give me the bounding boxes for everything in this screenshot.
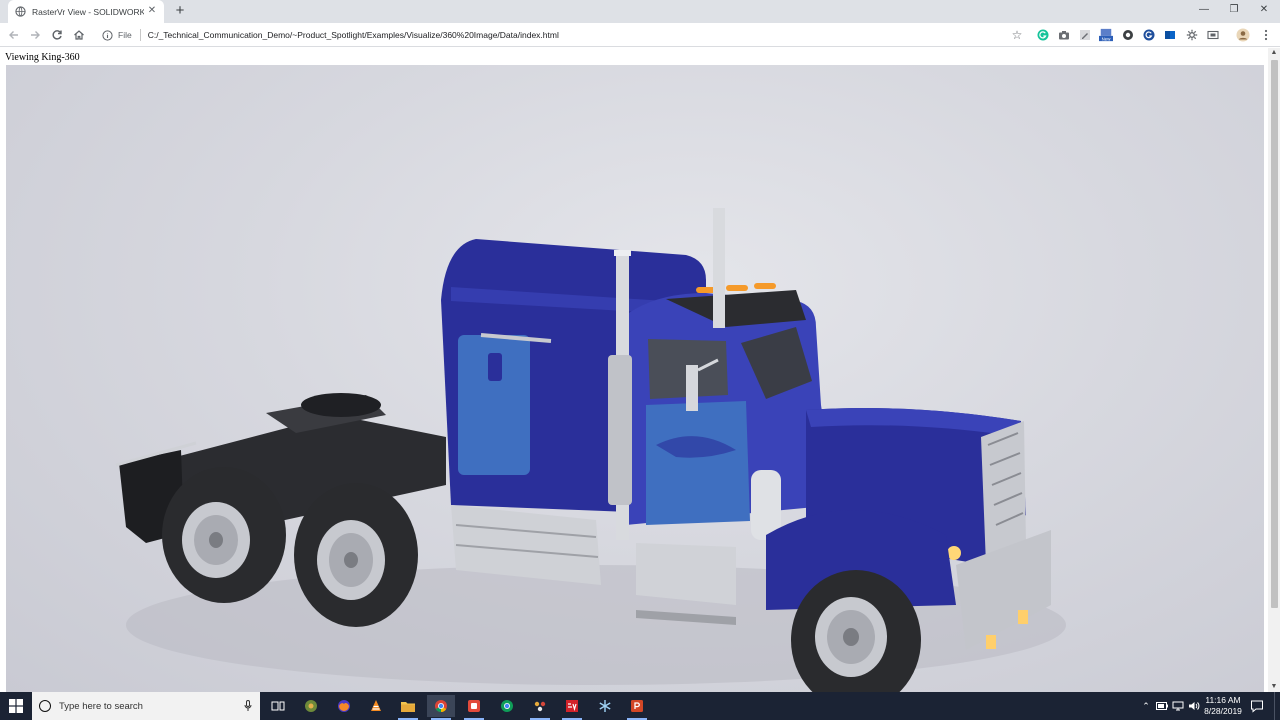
battery-icon[interactable] <box>1155 699 1169 713</box>
vlc-icon[interactable] <box>362 695 390 717</box>
snowflake-icon[interactable] <box>591 695 619 717</box>
svg-text:New: New <box>1102 36 1112 41</box>
new-badge-icon[interactable]: New <box>1099 28 1113 42</box>
clock-date: 8/28/2019 <box>1204 706 1242 716</box>
tray-chevron-icon[interactable]: ⌃ <box>1139 699 1153 713</box>
taskbar-search-box[interactable]: Type here to search <box>32 692 260 720</box>
forward-button[interactable] <box>27 27 43 43</box>
page-content: Viewing King-360 <box>0 48 1268 692</box>
truck-render-image <box>115 208 1066 692</box>
scroll-up-arrow-icon[interactable]: ▲ <box>1268 48 1280 58</box>
tab-title: RasterVr View - SOLIDWORKS Vis <box>32 6 144 17</box>
circle-icon[interactable] <box>1121 28 1135 42</box>
tab-close-icon[interactable]: ✕ <box>146 5 158 17</box>
clock-time: 11:16 AM <box>1205 695 1241 705</box>
app-icon-1[interactable] <box>297 695 325 717</box>
microphone-icon <box>244 700 252 711</box>
chrome-2-icon[interactable] <box>493 695 521 717</box>
search-placeholder: Type here to search <box>59 700 143 712</box>
new-tab-button[interactable]: + <box>172 3 188 19</box>
settings-icon[interactable] <box>1185 28 1199 42</box>
outlook-icon[interactable] <box>1163 28 1177 42</box>
cast-icon[interactable] <box>1206 28 1220 42</box>
globe-icon <box>14 6 26 18</box>
camera-icon[interactable] <box>1057 28 1071 42</box>
show-desktop-button[interactable] <box>1274 692 1280 720</box>
menu-icon[interactable] <box>1259 28 1273 42</box>
network-icon[interactable] <box>1171 699 1185 713</box>
back-arrow-icon <box>9 31 18 39</box>
cortana-icon <box>39 700 51 712</box>
bookmark-star-icon[interactable]: ☆ <box>1010 28 1024 42</box>
powerpoint-icon[interactable] <box>623 695 651 720</box>
edit-icon[interactable] <box>1078 28 1092 42</box>
tab-strip: RasterVr View - SOLIDWORKS Vis ✕ + — ❐ ✕ <box>0 0 1280 23</box>
scroll-down-arrow-icon[interactable]: ▼ <box>1268 682 1280 692</box>
address-scheme: File <box>118 30 132 40</box>
forward-arrow-icon <box>31 31 40 39</box>
home-icon <box>74 30 84 40</box>
reload-button[interactable] <box>49 27 65 43</box>
g-icon[interactable] <box>1142 28 1156 42</box>
address-divider <box>139 29 141 41</box>
browser-toolbar: File C:/_Technical_Communication_Demo/~P… <box>0 23 1280 47</box>
profile-avatar[interactable] <box>1236 28 1250 42</box>
windows-logo-icon <box>9 699 23 713</box>
windows-taskbar: Type here to search ⌃ 11:16 AM 8/28/2019 <box>0 692 1280 720</box>
app-icon-2[interactable] <box>526 695 554 720</box>
restore-button[interactable]: ❐ <box>1218 0 1250 20</box>
info-icon[interactable] <box>100 28 114 42</box>
chrome-icon[interactable] <box>427 695 455 720</box>
minimize-button[interactable]: — <box>1188 0 1220 20</box>
page-scrollbar[interactable]: ▲ ▼ <box>1268 48 1280 692</box>
solidworks-icon[interactable] <box>558 695 586 720</box>
task-view-icon[interactable] <box>264 695 292 717</box>
start-button[interactable] <box>0 692 32 720</box>
address-url[interactable]: C:/_Technical_Communication_Demo/~Produc… <box>148 30 559 40</box>
grammarly-icon[interactable] <box>1036 28 1050 42</box>
snagit-icon[interactable] <box>460 695 488 720</box>
back-button[interactable] <box>6 27 22 43</box>
address-bar[interactable]: File C:/_Technical_Communication_Demo/~P… <box>96 25 1030 45</box>
volume-icon[interactable] <box>1187 699 1201 713</box>
firefox-icon[interactable] <box>330 695 358 717</box>
reload-icon <box>52 30 62 40</box>
page-heading: Viewing King-360 <box>5 52 80 63</box>
system-clock[interactable]: 11:16 AM 8/28/2019 <box>1200 695 1246 717</box>
file-explorer-icon[interactable] <box>394 695 422 720</box>
home-button[interactable] <box>71 27 87 43</box>
360-image-viewer[interactable] <box>6 65 1264 692</box>
notification-center-icon[interactable] <box>1250 699 1264 713</box>
browser-tab[interactable]: RasterVr View - SOLIDWORKS Vis ✕ <box>8 0 164 23</box>
window-close-button[interactable]: ✕ <box>1248 0 1280 20</box>
scrollbar-thumb[interactable] <box>1271 60 1278 608</box>
